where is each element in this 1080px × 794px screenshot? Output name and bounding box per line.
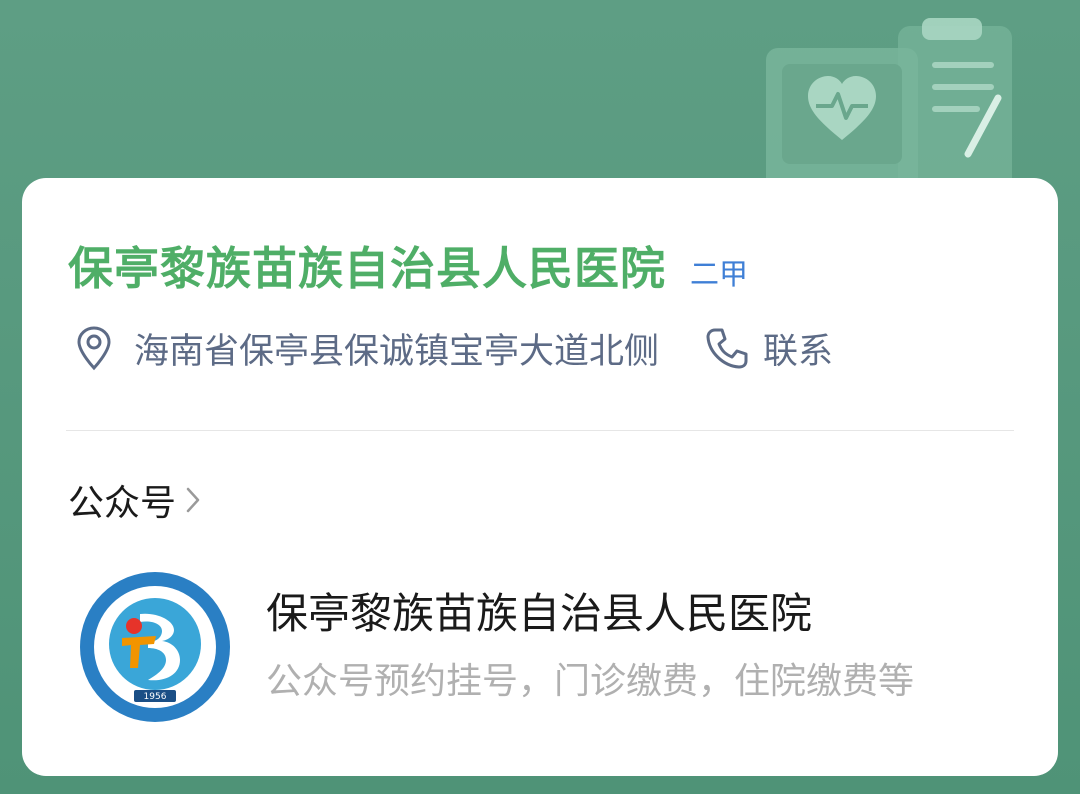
contact-button[interactable]: 联系: [703, 323, 833, 374]
hospital-card: 保亭黎族苗族自治县人民医院 二甲 海南省保亭县保诚镇宝亭大道北侧 联系 公众号: [22, 178, 1058, 776]
hospital-info-row: 海南省保亭县保诚镇宝亭大道北侧 联系: [74, 324, 833, 372]
official-account-description: 公众号预约挂号，门诊缴费，住院缴费等: [266, 661, 915, 702]
official-account-section-header[interactable]: 公众号: [68, 476, 202, 524]
official-account-item[interactable]: 1956 保亭黎族苗族自治县人民医院 公众号预约挂号，门诊缴费，住院缴费等: [78, 570, 1028, 730]
official-account-name: 保亭黎族苗族自治县人民医院: [266, 589, 813, 638]
location-pin-icon: [77, 326, 111, 371]
chevron-right-icon: [186, 487, 200, 513]
hospital-title-row: 保亭黎族苗族自治县人民医院 二甲: [68, 232, 748, 297]
official-account-section-title: 公众号: [68, 483, 177, 524]
section-divider: [66, 430, 1014, 431]
contact-label: 联系: [763, 331, 834, 372]
hospital-logo-year: 1956: [144, 692, 167, 702]
medical-clipboard-illustration: [766, 18, 1012, 198]
phone-icon: [706, 328, 748, 369]
hospital-address[interactable]: 海南省保亭县保诚镇宝亭大道北侧: [134, 323, 659, 374]
hospital-grade-badge: 二甲: [690, 257, 749, 291]
hospital-logo: 1956: [80, 572, 230, 722]
hospital-name: 保亭黎族苗族自治县人民医院: [68, 242, 667, 295]
